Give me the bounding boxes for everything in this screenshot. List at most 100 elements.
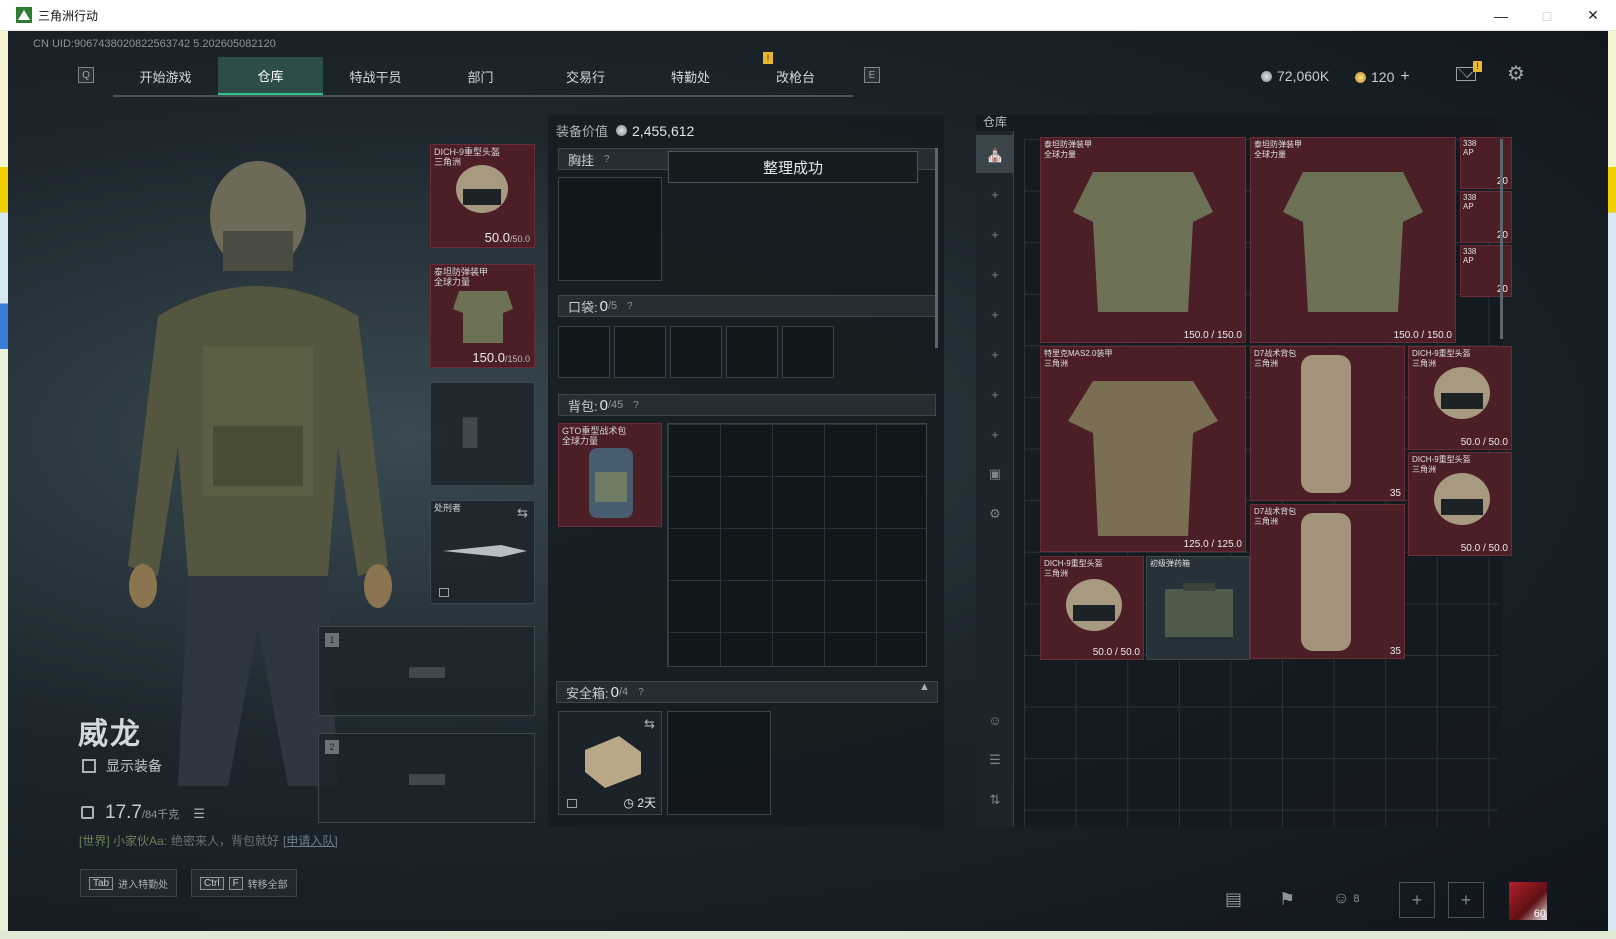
person-tab-icon[interactable]: ☺ [976, 701, 1014, 739]
silver-coin-icon [1261, 70, 1272, 82]
backpack-grid[interactable] [667, 423, 927, 667]
safe-box-grid[interactable] [667, 711, 771, 815]
maximize-button[interactable]: □ [1524, 0, 1570, 31]
add-tab-button[interactable]: + [976, 175, 1014, 213]
lock-tab-icon[interactable]: ▣ [976, 455, 1014, 493]
helmet-slot[interactable]: DICH-9重型头盔 三角洲 50.0/50.0 [430, 144, 535, 248]
backpack-image [1301, 513, 1351, 651]
backpack-slot[interactable]: GTO重型战术包 全球力量 [558, 423, 662, 527]
primary-weapon-slot-1[interactable]: 1 ▬ [318, 626, 535, 716]
desktop-right-edge [1608, 31, 1616, 939]
tab-start-game[interactable]: 开始游戏 [113, 57, 218, 95]
game-viewport: CN UID:9067438020822563742 5.20260508212… [8, 31, 1608, 931]
tab-department[interactable]: 部门 [428, 57, 533, 95]
squad-icon[interactable]: ☺ 8 [1333, 885, 1359, 913]
warehouse-item[interactable]: D7战术背包 三角洲 35 [1250, 346, 1405, 501]
armor-image [1283, 172, 1423, 312]
add-gold-button[interactable]: + [1400, 68, 1409, 86]
window-titlebar: 三角洲行动 — □ ✕ [0, 0, 1616, 31]
primary-weapon-slot-2[interactable]: 2 ▬ [318, 733, 535, 823]
app-icon [16, 7, 32, 23]
loadout-scrollbar[interactable] [935, 148, 938, 348]
show-gear-checkbox[interactable] [82, 759, 96, 773]
safe-box-timer: ◷ 2天 [623, 796, 657, 810]
pistol-placeholder-icon: ▮ [459, 408, 482, 452]
invite-slot-button[interactable]: + [1448, 882, 1484, 918]
chest-rig-slot[interactable] [558, 177, 662, 281]
warehouse-item[interactable]: 特里克MAS2.0装甲 三角洲 125.0 / 125.0 [1040, 346, 1246, 552]
helmet-image [1434, 473, 1490, 525]
warehouse-item[interactable]: DICH-9重型头盔 三角洲 50.0 / 50.0 [1040, 556, 1144, 660]
warehouse-item[interactable]: 泰坦防弹装甲 全球力量 150.0 / 150.0 [1040, 137, 1246, 343]
main-nav: 开始游戏 仓库 特战干员 部门 交易行 特勤处 改枪台 [113, 57, 853, 97]
warehouse-item[interactable]: D7战术背包 三角洲 35 [1250, 504, 1405, 659]
sidearm-slot[interactable]: ▮ [430, 382, 535, 486]
show-gear-toggle[interactable]: 显示装备 [82, 756, 162, 776]
add-tab-button[interactable]: + [976, 415, 1014, 453]
warehouse-tabs: ⛪ + + + + + + + ▣ ⚙ ☺ ☰ ⇅ [976, 131, 1014, 827]
hint-enter-special-ops[interactable]: Tab 进入特勤处 [80, 869, 178, 897]
tab-gunsmith[interactable]: 改枪台 [743, 57, 848, 95]
pin-icon[interactable]: ▲ [919, 681, 930, 693]
hint-transfer-all[interactable]: Ctrl F 转移全部 [191, 869, 297, 897]
backpack-image [589, 448, 633, 518]
list-icon[interactable]: ☰ [193, 806, 205, 822]
tab-trading[interactable]: 交易行 [533, 57, 638, 95]
pocket-slot[interactable] [614, 326, 666, 378]
warehouse-item[interactable]: 泰坦防弹装甲 全球力量 150.0 / 150.0 [1250, 137, 1456, 343]
nav-prev-key[interactable]: Q [78, 67, 94, 83]
add-tab-button[interactable]: + [976, 375, 1014, 413]
layers-tab-icon[interactable]: ☰ [976, 741, 1014, 779]
armor-durability: 150.0/150.0 [472, 350, 530, 365]
invite-slot-button[interactable]: + [1399, 882, 1435, 918]
tab-operators[interactable]: 特战干员 [323, 57, 428, 95]
mail-badge: ! [1473, 61, 1482, 72]
minimize-button[interactable]: — [1478, 0, 1524, 31]
helmet-image [456, 165, 508, 213]
stats-icon[interactable]: ▤ [1225, 885, 1242, 913]
tab-warehouse[interactable]: 仓库 [218, 57, 323, 95]
ammo-stack[interactable]: 338AP20 [1460, 245, 1512, 297]
add-tab-button[interactable]: + [976, 335, 1014, 373]
knife-image [443, 545, 527, 557]
world-chat: [世界] 小家伙Aa: 绝密来人，背包就好 [申请入队] [79, 834, 338, 848]
ammo-stack[interactable]: 338AP20 [1460, 137, 1512, 189]
apply-join-link[interactable]: [申请入队] [283, 834, 338, 848]
swap-icon[interactable]: ⇆ [517, 505, 528, 521]
warehouse-item[interactable]: 初级弹药箱 [1146, 556, 1250, 660]
add-tab-button[interactable]: + [976, 215, 1014, 253]
carry-weight: 17.7/84千克 ☰ [81, 802, 205, 824]
add-tab-button[interactable]: + [976, 295, 1014, 333]
special-ops-badge: ! [763, 52, 773, 64]
warehouse-main-tab[interactable]: ⛪ [976, 135, 1014, 173]
backpack-header: 背包: 0/45? [558, 394, 936, 416]
armor-image [453, 291, 513, 343]
avatar[interactable]: 60 [1509, 882, 1547, 920]
settings-tab-icon[interactable]: ⚙ [976, 495, 1014, 533]
add-tab-button[interactable]: + [976, 255, 1014, 293]
player-uid: CN UID:9067438020822563742 5.20260508212… [33, 38, 276, 50]
armor-image [1068, 381, 1218, 536]
pocket-slot[interactable] [670, 326, 722, 378]
warehouse-scrollbar[interactable] [1500, 139, 1503, 339]
helmet-durability: 50.0/50.0 [484, 230, 530, 245]
silver-coin-icon [616, 125, 628, 136]
close-button[interactable]: ✕ [1570, 0, 1616, 31]
flag-icon[interactable]: ⚑ [1279, 885, 1295, 913]
lock-icon [439, 588, 449, 597]
ammo-stack[interactable]: 338AP20 [1460, 191, 1512, 243]
melee-slot[interactable]: 处刑者 ⇆ [430, 500, 535, 604]
safe-box-slot[interactable]: ⇆ ◷ 2天 [558, 711, 662, 815]
transfer-tab-icon[interactable]: ⇅ [976, 781, 1014, 819]
pocket-slot[interactable] [726, 326, 778, 378]
armor-image [1073, 172, 1213, 312]
lock-icon [567, 799, 577, 808]
pocket-slot[interactable] [782, 326, 834, 378]
settings-gear-icon[interactable]: ⚙ [1506, 64, 1526, 84]
warehouse-item[interactable]: DICH-9重型头盔 三角洲 50.0 / 50.0 [1408, 452, 1512, 556]
warehouse-item[interactable]: DICH-9重型头盔 三角洲 50.0 / 50.0 [1408, 346, 1512, 450]
tab-special-ops[interactable]: 特勤处 [638, 57, 743, 95]
armor-slot[interactable]: 泰坦防弹装甲 全球力量 150.0/150.0 [430, 264, 535, 368]
pocket-slot[interactable] [558, 326, 610, 378]
nav-next-key[interactable]: E [864, 67, 880, 83]
